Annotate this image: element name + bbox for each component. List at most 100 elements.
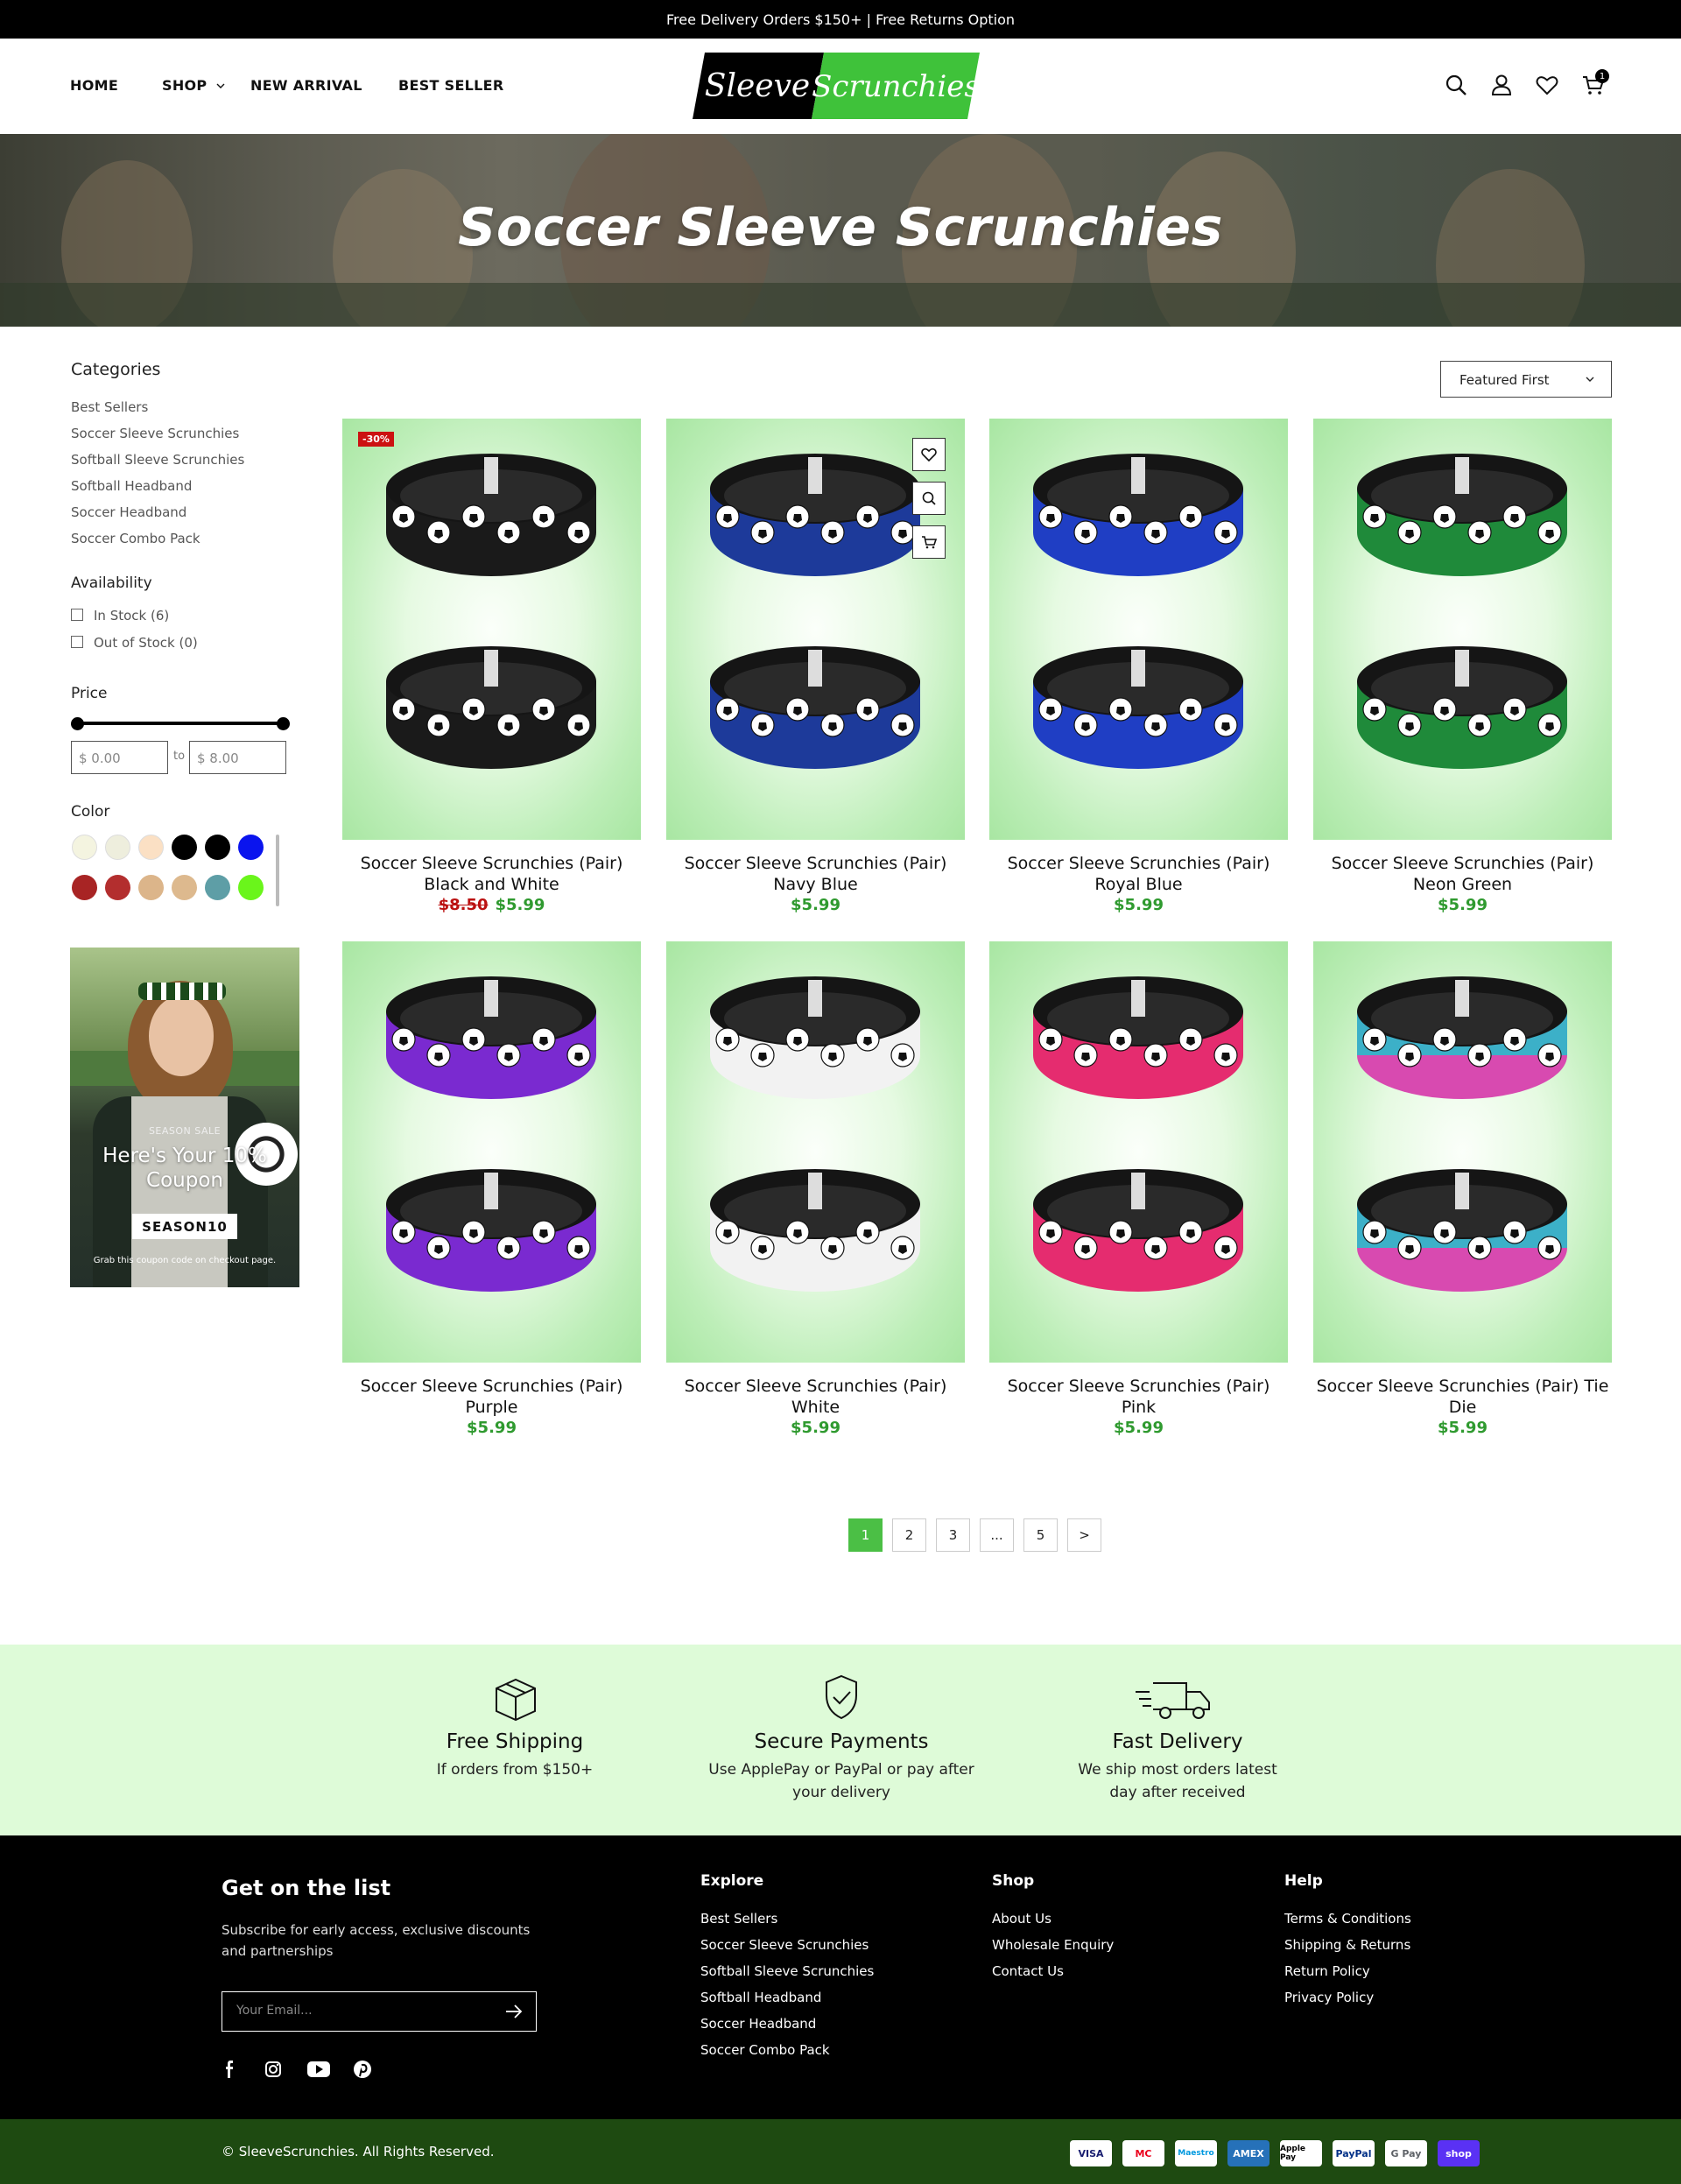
chevron-down-icon xyxy=(216,83,225,88)
price-slider-min-handle[interactable] xyxy=(71,717,84,730)
product-image[interactable]: -30% xyxy=(342,419,641,840)
search-icon[interactable] xyxy=(1443,72,1469,98)
package-box-icon xyxy=(496,1678,536,1722)
category-soccer-headband[interactable]: Soccer Headband xyxy=(71,504,186,520)
color-swatch[interactable] xyxy=(172,875,197,900)
color-swatch[interactable] xyxy=(205,835,230,860)
pinterest-icon[interactable] xyxy=(353,2060,372,2079)
footer-link[interactable]: About Us xyxy=(992,1911,1052,1927)
coupon-code[interactable]: SEASON10 xyxy=(132,1214,237,1239)
facebook-icon[interactable] xyxy=(222,2060,237,2079)
pagination-item[interactable]: 1 xyxy=(848,1518,883,1552)
color-swatch[interactable] xyxy=(138,835,164,860)
wishlist-heart-button[interactable] xyxy=(912,438,946,471)
sort-select[interactable]: Featured First xyxy=(1440,361,1612,398)
product-title[interactable]: Soccer Sleeve Scrunchies (Pair) Tie Die xyxy=(1313,1376,1612,1418)
product-image[interactable] xyxy=(989,941,1288,1363)
color-swatch[interactable] xyxy=(205,875,230,900)
footer-link[interactable]: Softball Headband xyxy=(700,1990,821,2005)
footer-link[interactable]: Terms & Conditions xyxy=(1284,1911,1411,1927)
category-softball-headband[interactable]: Softball Headband xyxy=(71,478,192,494)
product-title[interactable]: Soccer Sleeve Scrunchies (Pair) Pink xyxy=(989,1376,1288,1418)
product-photo xyxy=(1033,976,1243,1292)
product-title[interactable]: Soccer Sleeve Scrunchies (Pair) Black an… xyxy=(342,853,641,895)
help-heading: Help xyxy=(1284,1872,1323,1890)
color-heading: Color xyxy=(71,803,110,821)
footer-bottom-bar: © SleeveScrunchies. All Rights Reserved.… xyxy=(0,2119,1681,2184)
footer-link[interactable]: Privacy Policy xyxy=(1284,1990,1374,2005)
youtube-icon[interactable] xyxy=(306,2061,331,2078)
email-placeholder: Your Email... xyxy=(236,2004,313,2018)
sale-badge: -30% xyxy=(358,432,394,447)
color-swatch[interactable] xyxy=(72,835,97,860)
payment-icon: Apple Pay xyxy=(1280,2140,1322,2166)
product-image[interactable] xyxy=(1313,419,1612,840)
product-sale-price: $5.99 xyxy=(1114,896,1164,914)
color-swatch[interactable] xyxy=(238,875,264,900)
color-swatch[interactable] xyxy=(238,835,264,860)
price-slider-max-handle[interactable] xyxy=(277,717,290,730)
category-soccer-combo-pack[interactable]: Soccer Combo Pack xyxy=(71,531,200,546)
product-title[interactable]: Soccer Sleeve Scrunchies (Pair) Neon Gre… xyxy=(1313,853,1612,895)
instagram-icon[interactable] xyxy=(264,2060,283,2079)
color-swatch[interactable] xyxy=(105,875,130,900)
wishlist-heart-icon[interactable] xyxy=(1534,72,1560,98)
product-title[interactable]: Soccer Sleeve Scrunchies (Pair) Purple xyxy=(342,1376,641,1418)
price-min-input[interactable]: $ 0.00 xyxy=(71,741,168,774)
promo-coupon-card[interactable]: SEASON SALE Here's Your 10% Coupon SEASO… xyxy=(70,948,299,1287)
color-swatch[interactable] xyxy=(138,875,164,900)
nav-new-arrival[interactable]: NEW ARRIVAL xyxy=(250,77,362,94)
footer-link[interactable]: Contact Us xyxy=(992,1963,1064,1979)
product-title[interactable]: Soccer Sleeve Scrunchies (Pair) Navy Blu… xyxy=(666,853,965,895)
product-photo xyxy=(1357,976,1567,1292)
product-price: $5.99 xyxy=(342,1419,641,1438)
nav-best-seller[interactable]: BEST SELLER xyxy=(398,77,504,94)
product-sale-price: $5.99 xyxy=(495,896,545,914)
out-of-stock-checkbox[interactable] xyxy=(71,636,83,648)
footer-link[interactable]: Best Sellers xyxy=(700,1911,777,1927)
footer-link[interactable]: Return Policy xyxy=(1284,1963,1370,1979)
footer-link[interactable]: Shipping & Returns xyxy=(1284,1937,1410,1953)
color-swatch[interactable] xyxy=(172,835,197,860)
category-softball-sleeve-scrunchies[interactable]: Softball Sleeve Scrunchies xyxy=(71,452,244,468)
product-title[interactable]: Soccer Sleeve Scrunchies (Pair) Royal Bl… xyxy=(989,853,1288,895)
pagination-item[interactable]: > xyxy=(1067,1518,1101,1552)
swatch-scrollbar[interactable] xyxy=(276,835,279,906)
color-swatch[interactable] xyxy=(105,835,130,860)
pagination-item[interactable]: 3 xyxy=(936,1518,970,1552)
product-image[interactable] xyxy=(989,419,1288,840)
product-image[interactable] xyxy=(666,419,965,840)
pagination-item[interactable]: 2 xyxy=(892,1518,926,1552)
pagination-item[interactable]: 5 xyxy=(1023,1518,1058,1552)
product-sale-price: $5.99 xyxy=(467,1419,517,1437)
footer-link[interactable]: Wholesale Enquiry xyxy=(992,1937,1114,1953)
account-icon[interactable] xyxy=(1488,72,1515,98)
add-to-cart-button[interactable] xyxy=(912,525,946,559)
product-title[interactable]: Soccer Sleeve Scrunchies (Pair) White xyxy=(666,1376,965,1418)
quick-view-search-button[interactable] xyxy=(912,482,946,515)
arrow-right-icon[interactable] xyxy=(504,2004,524,2019)
footer-link[interactable]: Soccer Combo Pack xyxy=(700,2042,830,2058)
product-sale-price: $5.99 xyxy=(1438,1419,1488,1437)
site-logo[interactable]: Sleeve Scrunchies xyxy=(693,53,980,119)
product-price: $8.50 $5.99 xyxy=(342,896,641,915)
in-stock-checkbox[interactable] xyxy=(71,609,83,621)
footer-link[interactable]: Soccer Sleeve Scrunchies xyxy=(700,1937,869,1953)
nav-home[interactable]: HOME xyxy=(70,77,118,94)
footer-link[interactable]: Softball Sleeve Scrunchies xyxy=(700,1963,874,1979)
product-image[interactable] xyxy=(342,941,641,1363)
color-swatch[interactable] xyxy=(72,875,97,900)
pagination-item[interactable]: ... xyxy=(980,1518,1014,1552)
nav-shop[interactable]: SHOP xyxy=(162,77,226,94)
category-best-sellers[interactable]: Best Sellers xyxy=(71,399,148,415)
footer-link[interactable]: Soccer Headband xyxy=(700,2016,816,2032)
category-soccer-sleeve-scrunchies[interactable]: Soccer Sleeve Scrunchies xyxy=(71,426,239,441)
product-image[interactable] xyxy=(1313,941,1612,1363)
hero-title: Soccer Sleeve Scrunchies xyxy=(458,197,1223,258)
in-stock-label: In Stock (6) xyxy=(94,608,170,623)
newsletter-email-input[interactable]: Your Email... xyxy=(222,1991,537,2032)
announcement-text: Free Delivery Orders $150+ | Free Return… xyxy=(665,11,1016,28)
product-image[interactable] xyxy=(666,941,965,1363)
price-max-input[interactable]: $ 8.00 xyxy=(189,741,286,774)
hero-banner: Soccer Sleeve Scrunchies xyxy=(0,134,1681,327)
